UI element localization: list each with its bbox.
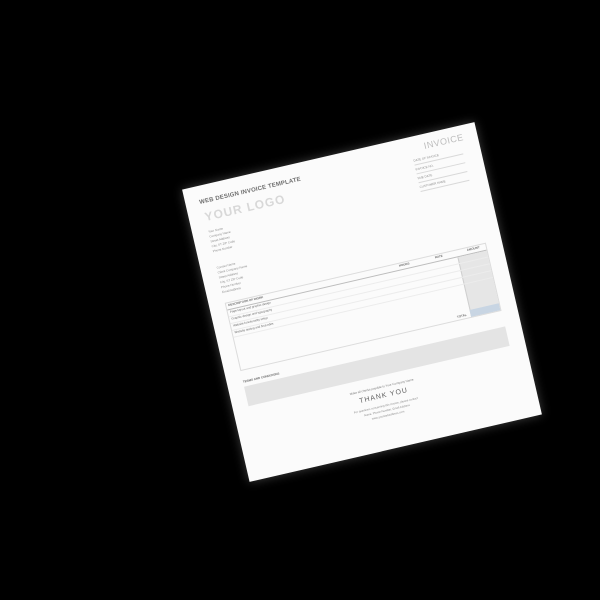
invoice-document: WEB DESIGN INVOICE TEMPLATE YOUR LOGO IN… xyxy=(182,122,542,482)
invoice-meta: DATE OF INVOICE INVOICE NO. DUE DATE CUS… xyxy=(413,147,470,194)
canvas: WEB DESIGN INVOICE TEMPLATE YOUR LOGO IN… xyxy=(0,0,600,600)
header-rate: RATE xyxy=(434,253,444,260)
total-label: TOTAL xyxy=(456,312,467,319)
header-hours: HOURS xyxy=(398,261,410,268)
